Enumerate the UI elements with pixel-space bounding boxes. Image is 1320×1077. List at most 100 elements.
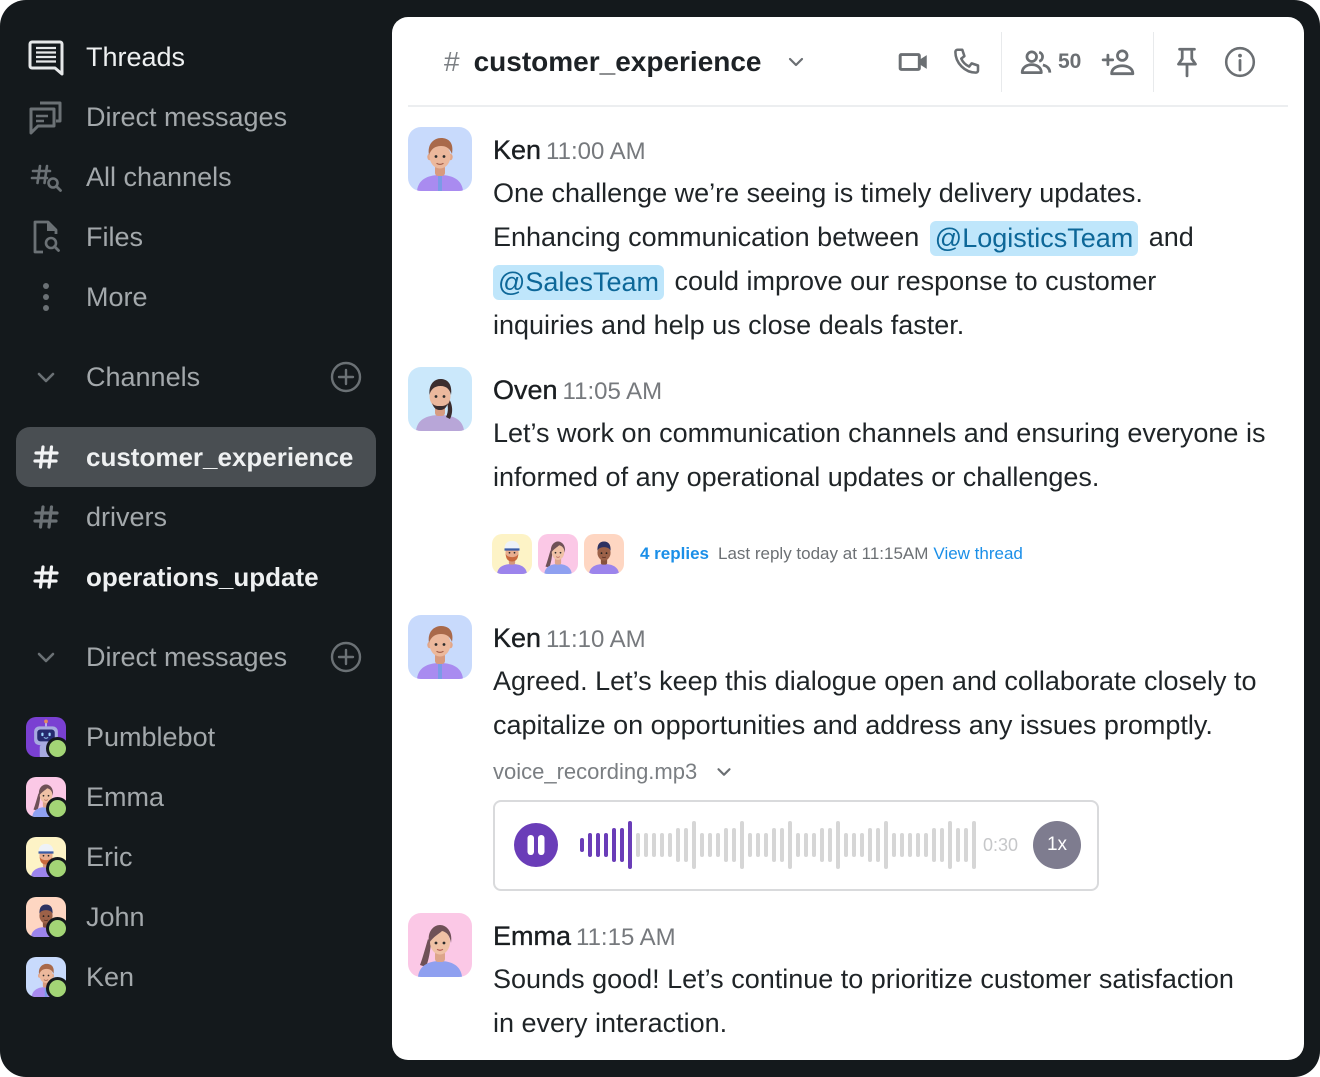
user-avatar-icon	[408, 615, 472, 679]
message-text: informed of any operational updates or c…	[493, 462, 1100, 492]
header-divider	[1001, 32, 1002, 92]
mention-logistics-team[interactable]: @LogisticsTeam	[929, 221, 1139, 257]
app-window: Threads Direct messages All channels Fil…	[0, 0, 1320, 1077]
sidebar-item-label: Threads	[86, 42, 186, 72]
channel-title-button[interactable]: # customer_experience	[444, 39, 808, 85]
waveform-seekbar[interactable]	[578, 821, 978, 869]
waveform-bar	[660, 833, 664, 857]
audio-player: 0:30 1x	[493, 800, 1099, 891]
add-member-icon[interactable]	[1101, 45, 1135, 79]
add-channel-icon[interactable]	[330, 361, 362, 393]
message-text: Sounds good! Let’s continue to prioritiz…	[493, 964, 1234, 994]
sidebar-item-files[interactable]: Files	[16, 207, 376, 267]
dm-name: Ken	[86, 962, 135, 992]
sidebar-item-direct-messages[interactable]: Direct messages	[16, 87, 376, 147]
message-time: 11:10 AM	[546, 626, 646, 653]
direct-messages-icon	[26, 97, 66, 137]
message-line: Enhancing communication between @Logisti…	[493, 215, 1194, 259]
sidebar-channel-drivers[interactable]: drivers	[16, 487, 376, 547]
waveform-bar	[764, 833, 768, 857]
sidebar-item-label: All channels	[86, 162, 232, 192]
waveform-bar	[700, 833, 704, 857]
avatar[interactable]	[408, 367, 472, 431]
sidebar-dm-pumblebot[interactable]: Pumblebot	[16, 707, 376, 767]
dm-name: Eric	[86, 842, 133, 872]
mention-sales-team[interactable]: @SalesTeam	[493, 265, 664, 301]
chevron-down-icon[interactable]	[26, 357, 66, 397]
message-text: inquiries and help us close deals faster…	[493, 310, 965, 340]
waveform-bar	[804, 833, 808, 857]
video-call-icon[interactable]	[897, 45, 931, 79]
sidebar-item-more[interactable]: More	[16, 267, 376, 327]
author-name[interactable]: Ken	[493, 623, 541, 653]
message-time: 11:00 AM	[546, 138, 646, 165]
chevron-down-icon	[784, 50, 808, 74]
info-icon[interactable]	[1223, 45, 1257, 79]
member-count[interactable]: 50	[1058, 45, 1081, 79]
attachment-filename: voice_recording.mp3	[493, 759, 698, 784]
phone-call-icon[interactable]	[949, 45, 983, 79]
avatar	[26, 957, 69, 1000]
waveform-bar	[844, 833, 848, 857]
waveform-bar	[836, 821, 840, 869]
avatar	[26, 717, 69, 760]
message-line: in every interaction.	[493, 1001, 1234, 1045]
waveform-bar	[868, 828, 872, 862]
author-name[interactable]: Ken	[493, 135, 541, 165]
sidebar-dm-eric[interactable]: Eric	[16, 827, 376, 887]
online-status-indicator	[46, 917, 69, 940]
waveform-bar-played	[612, 828, 616, 862]
pause-button[interactable]	[514, 823, 558, 867]
waveform-bar	[932, 828, 936, 862]
sidebar-dm-ken[interactable]: Ken	[16, 947, 376, 1007]
message-content: Emma 11:15 AM Sounds good! Let’s continue…	[493, 913, 1298, 1038]
sidebar-channel-customer-experience[interactable]: customer_experience	[16, 427, 376, 487]
channels-section-header[interactable]: Channels	[16, 347, 376, 407]
add-direct-message-icon[interactable]	[330, 641, 362, 673]
waveform-bar-played	[580, 838, 584, 852]
waveform-bar-played	[604, 833, 608, 857]
sidebar-item-label: More	[86, 282, 148, 312]
pin-icon[interactable]	[1170, 45, 1204, 79]
author-name[interactable]: Oven	[493, 375, 558, 405]
waveform-bar	[756, 833, 760, 857]
thread-summary[interactable]: 4 replies Last reply today at 11:15AM Vi…	[492, 534, 1023, 574]
message-header: Oven 11:05 AM	[493, 367, 1298, 413]
message-body: One challenge we’re seeing is timely del…	[493, 171, 1194, 347]
avatar[interactable]	[408, 615, 472, 679]
thread-reply-count-link[interactable]: 4 replies	[640, 544, 709, 564]
message-text: Enhancing communication between	[493, 222, 927, 252]
message-line: Let’s work on communication channels and…	[493, 411, 1265, 455]
sidebar-dm-john[interactable]: John	[16, 887, 376, 947]
waveform-bar	[796, 833, 800, 857]
sidebar-dm-emma[interactable]: Emma	[16, 767, 376, 827]
view-thread-link[interactable]: View thread	[933, 544, 1022, 564]
dm-section-header[interactable]: Direct messages	[16, 627, 376, 687]
author-name[interactable]: Emma	[493, 921, 571, 951]
message-line: capitalize on opportunities and address …	[493, 703, 1257, 747]
sidebar-channel-operations-update[interactable]: operations_update	[16, 547, 376, 607]
message-text: One challenge we’re seeing is timely del…	[493, 178, 1143, 208]
message-text: capitalize on opportunities and address …	[493, 710, 1213, 740]
avatar[interactable]	[408, 913, 472, 977]
chevron-down-icon[interactable]	[26, 637, 66, 677]
waveform-bar	[788, 821, 792, 869]
waveform-bar	[948, 821, 952, 869]
message-header: Ken 11:00 AM	[493, 127, 1298, 173]
attachment-toggle[interactable]: voice_recording.mp3	[493, 755, 735, 789]
waveform-bar	[724, 828, 728, 862]
sidebar-item-all-channels[interactable]: All channels	[16, 147, 376, 207]
waveform-bar	[860, 833, 864, 857]
members-icon[interactable]	[1019, 45, 1053, 79]
online-status-indicator	[46, 977, 69, 1000]
avatar[interactable]	[408, 127, 472, 191]
user-avatar-icon	[538, 534, 578, 574]
waveform-bar-played	[628, 821, 632, 869]
message-body: Let’s work on communication channels and…	[493, 411, 1265, 499]
message-text: in every interaction.	[493, 1008, 728, 1038]
playback-speed-button[interactable]: 1x	[1033, 821, 1081, 869]
header-divider-line	[408, 105, 1288, 107]
message-body: Sounds good! Let’s continue to prioritiz…	[493, 957, 1234, 1045]
waveform-bar	[692, 821, 696, 869]
sidebar-item-threads[interactable]: Threads	[16, 27, 376, 87]
